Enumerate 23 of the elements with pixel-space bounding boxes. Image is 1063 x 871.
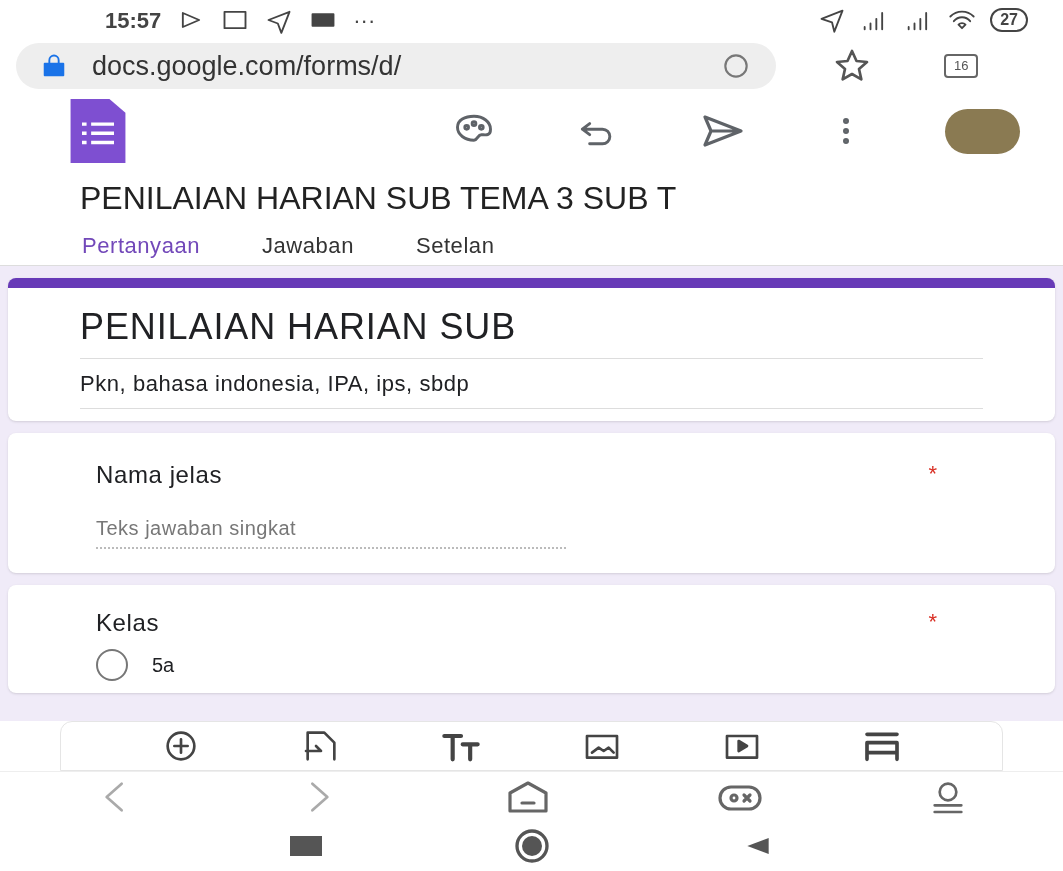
tab[interactable]: Pertanyaan bbox=[82, 229, 201, 262]
radio-button[interactable] bbox=[96, 649, 128, 681]
required-asterisk: * bbox=[928, 608, 937, 636]
tab[interactable]: Jawaban bbox=[262, 229, 354, 262]
required-asterisk: * bbox=[928, 460, 937, 488]
form-title: PENILAIAN HARIAN SUB TEMA 3 SUB T bbox=[79, 179, 678, 218]
question-title: Nama jelas bbox=[96, 460, 223, 490]
battery-indicator: 27 bbox=[990, 8, 1028, 32]
tab[interactable]: Setelan bbox=[415, 229, 495, 262]
short-answer-field[interactable]: Teks jawaban singkat bbox=[96, 513, 566, 549]
question-title: Kelas bbox=[96, 608, 160, 638]
address-bar[interactable]: docs.google.com/forms/d/ bbox=[16, 43, 776, 89]
status-time: 15:57 bbox=[105, 6, 162, 35]
tab-count[interactable]: 16 bbox=[944, 54, 979, 78]
form-header-title: PENILAIAN HARIAN SUB bbox=[80, 300, 983, 359]
avatar[interactable] bbox=[944, 108, 1020, 154]
url-text: docs.google.com/forms/d/ bbox=[92, 49, 402, 83]
recents-icon[interactable] bbox=[289, 836, 322, 856]
question-card[interactable]: Kelas * 5a bbox=[8, 585, 1055, 693]
form-description: Pkn, bahasa indonesia, IPA, ips, sbdp bbox=[80, 359, 983, 409]
more-notifications: ··· bbox=[353, 6, 376, 35]
question-card[interactable]: Nama jelas * Teks jawaban singkat bbox=[8, 433, 1055, 573]
option-label: 5a bbox=[152, 653, 175, 678]
